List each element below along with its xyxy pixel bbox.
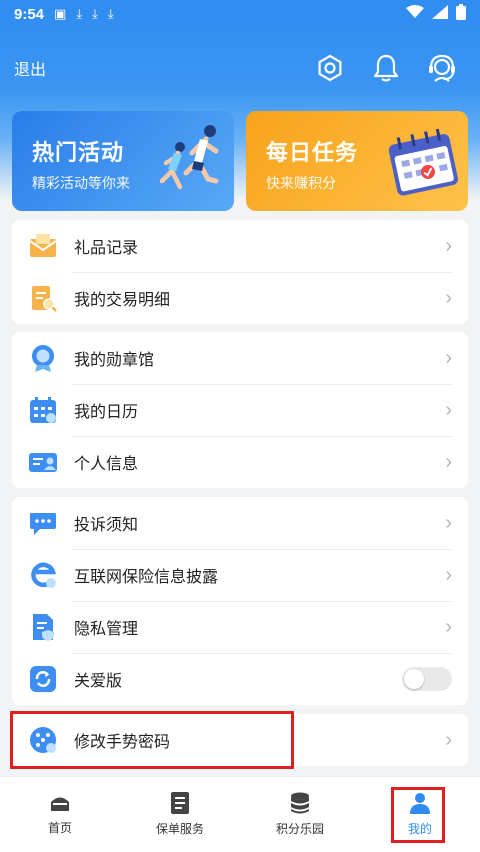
tab-label: 保单服务	[155, 822, 204, 836]
signal-icon	[432, 5, 448, 23]
status-bar: 9:54 ▣ ⤓ ⤓ ⤓	[0, 0, 480, 28]
tab-policy-service[interactable]: 保单服务	[120, 777, 240, 852]
care-version-toggle[interactable]	[402, 667, 452, 691]
tab-label: 首页	[47, 821, 72, 835]
menu-item-label: 修改手势密码	[74, 734, 171, 751]
home-icon	[51, 797, 69, 811]
tab-label: 我的	[407, 822, 432, 836]
chevron-right-icon: ›	[445, 728, 452, 751]
menu-item-insurance-disclosure[interactable]: 互联网保险信息披露 ›	[12, 549, 468, 601]
chevron-right-icon: ›	[445, 286, 452, 309]
banner-row: 热门活动 精彩活动等你来 每日任务 快来赚积分	[12, 111, 468, 211]
coins-stack-icon	[291, 792, 309, 814]
chevron-right-icon: ›	[445, 615, 452, 638]
settings-icon[interactable]	[314, 52, 346, 84]
menu-item-label: 隐私管理	[74, 621, 139, 638]
hot-activities-banner[interactable]: 热门活动 精彩活动等你来	[12, 111, 234, 211]
logout-button[interactable]: 退出	[14, 56, 46, 80]
chevron-right-icon: ›	[445, 563, 452, 586]
document-search-icon	[28, 283, 58, 313]
toggle-knob	[404, 669, 424, 689]
id-card-icon	[28, 447, 58, 477]
refresh-icon	[28, 664, 58, 694]
menu-item-medal-hall[interactable]: 我的勋章馆 ›	[12, 332, 468, 384]
menu-item-transaction-details[interactable]: 我的交易明细 ›	[12, 272, 468, 324]
calendar-illustration	[380, 121, 464, 210]
internet-e-icon	[28, 560, 58, 590]
tab-points-park[interactable]: 积分乐园	[240, 777, 360, 852]
menu-item-label: 投诉须知	[74, 517, 139, 534]
menu-item-label: 我的日历	[74, 404, 139, 421]
menu-group-security: 修改手势密码 ›	[12, 714, 468, 766]
menu-item-change-gesture-password[interactable]: 修改手势密码 ›	[12, 714, 468, 766]
gesture-password-icon	[28, 725, 58, 755]
menu-item-label: 我的交易明细	[74, 292, 171, 309]
tab-mine[interactable]: 我的	[360, 777, 480, 852]
battery-icon	[456, 4, 466, 24]
bell-icon[interactable]	[370, 52, 402, 84]
download-icon: ⤓	[107, 6, 114, 21]
top-header: 退出	[0, 40, 480, 96]
download-icon: ⤓	[92, 6, 98, 21]
tab-label: 积分乐园	[275, 822, 324, 836]
document-icon	[171, 792, 189, 814]
daily-tasks-banner[interactable]: 每日任务 快来赚积分	[246, 111, 468, 211]
menu-item-label: 礼品记录	[74, 240, 139, 257]
app-notification-icon: ▣	[54, 6, 67, 21]
chevron-right-icon: ›	[445, 234, 452, 257]
privacy-document-icon	[28, 612, 58, 642]
menu-item-label: 互联网保险信息披露	[74, 569, 219, 586]
calendar-icon	[28, 395, 58, 425]
gift-envelope-icon	[28, 231, 58, 261]
chevron-right-icon: ›	[445, 511, 452, 534]
menu-item-privacy-management[interactable]: 隐私管理 ›	[12, 601, 468, 653]
medal-icon	[28, 343, 58, 373]
chat-bubble-icon	[28, 508, 58, 538]
menu-item-care-version: 关爱版	[12, 653, 468, 705]
status-time: 9:54	[14, 5, 45, 23]
runners-illustration	[150, 121, 230, 210]
chevron-right-icon: ›	[445, 450, 452, 473]
chevron-right-icon: ›	[445, 346, 452, 369]
download-icon: ⤓	[76, 6, 83, 21]
menu-item-label: 个人信息	[74, 456, 139, 473]
bottom-tab-bar: 首页 保单服务 积分乐园 我的	[0, 776, 480, 852]
menu-group-info: 投诉须知 › 互联网保险信息披露 › 隐私管理 › 关爱版	[12, 497, 468, 705]
menu-item-gift-records[interactable]: 礼品记录 ›	[12, 220, 468, 272]
wifi-icon	[406, 5, 424, 23]
customer-service-icon[interactable]	[426, 52, 458, 84]
menu-group-records: 礼品记录 › 我的交易明细 ›	[12, 220, 468, 324]
tab-home[interactable]: 首页	[0, 777, 120, 852]
chevron-right-icon: ›	[445, 398, 452, 421]
menu-item-label: 我的勋章馆	[74, 352, 155, 369]
user-icon	[410, 793, 430, 814]
menu-item-label: 关爱版	[74, 673, 123, 690]
menu-item-complaint-notice[interactable]: 投诉须知 ›	[12, 497, 468, 549]
menu-group-personal: 我的勋章馆 › 我的日历 › 个人信息 ›	[12, 332, 468, 488]
menu-item-personal-info[interactable]: 个人信息 ›	[12, 436, 468, 488]
menu-item-my-calendar[interactable]: 我的日历 ›	[12, 384, 468, 436]
